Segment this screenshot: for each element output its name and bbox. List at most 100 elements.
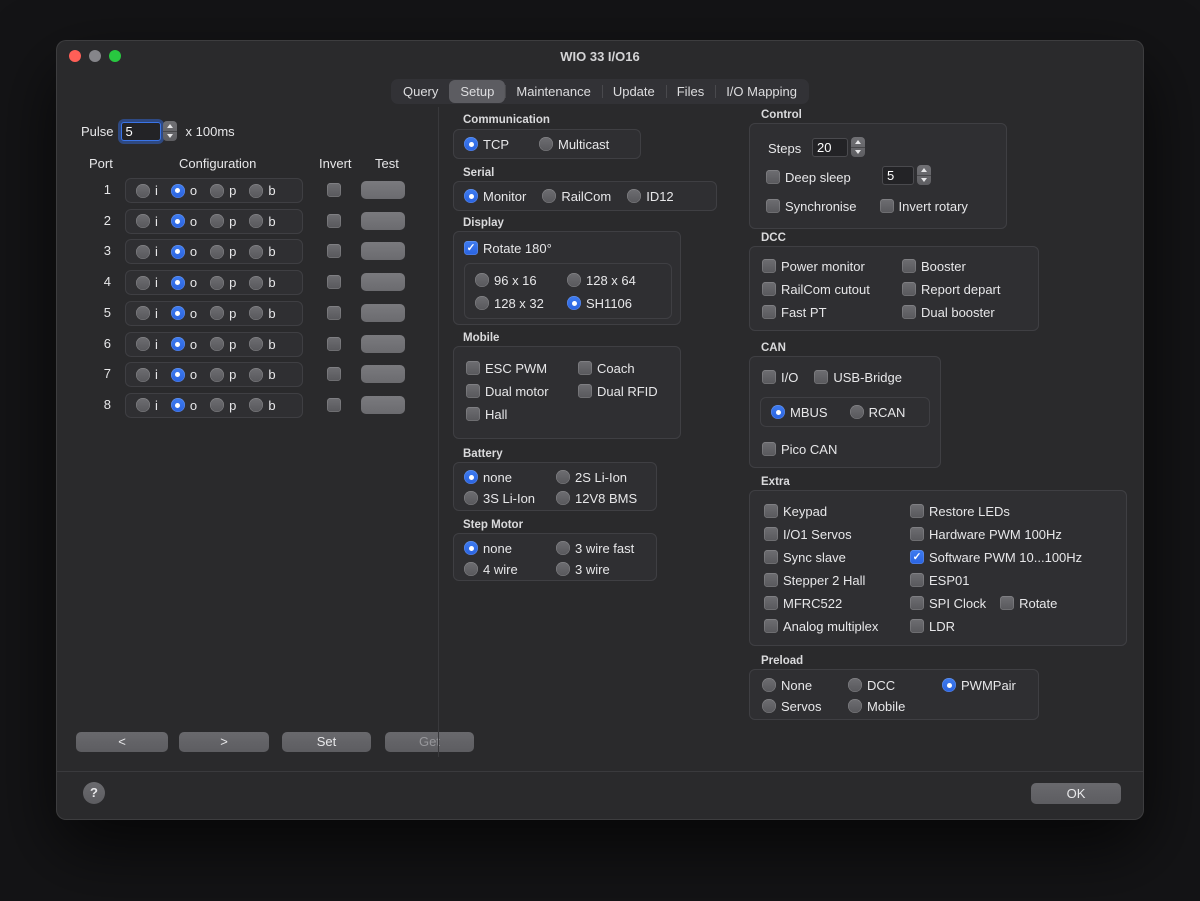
checkbox-i-o[interactable] <box>762 370 776 384</box>
option-synchronise[interactable]: Synchronise <box>766 198 857 214</box>
option-servos[interactable]: Servos <box>762 698 848 714</box>
stepper-down-icon[interactable] <box>851 147 865 158</box>
stepper-up-icon[interactable] <box>851 137 865 147</box>
option-2s-li-ion[interactable]: 2S Li-Ion <box>556 469 646 485</box>
radio-b[interactable] <box>249 306 263 320</box>
option-96-x-16[interactable]: 96 x 16 <box>475 272 567 288</box>
option-rcan[interactable]: RCAN <box>850 404 906 420</box>
radio-b[interactable] <box>249 398 263 412</box>
option-mfrc522[interactable]: MFRC522 <box>764 595 910 611</box>
option-invert-rotary[interactable]: Invert rotary <box>880 198 968 214</box>
checkbox-dual-booster[interactable] <box>902 305 916 319</box>
option-none[interactable]: None <box>762 677 848 693</box>
radio-railcom[interactable] <box>542 189 556 203</box>
checkbox-hardware-pwm-100hz[interactable] <box>910 527 924 541</box>
option-3s-li-ion[interactable]: 3S Li-Ion <box>464 490 556 506</box>
option-usb-bridge[interactable]: USB-Bridge <box>814 369 902 385</box>
option-o[interactable]: o <box>171 244 197 260</box>
radio-mobile[interactable] <box>848 699 862 713</box>
option-hall[interactable]: Hall <box>466 406 578 422</box>
option-p[interactable]: p <box>210 336 236 352</box>
radio-none[interactable] <box>762 678 776 692</box>
radio-b[interactable] <box>249 368 263 382</box>
option-none[interactable]: none <box>464 540 556 556</box>
radio-o[interactable] <box>171 398 185 412</box>
option-128-x-32[interactable]: 128 x 32 <box>475 295 567 311</box>
option-dual-booster[interactable]: Dual booster <box>902 304 1026 320</box>
option-i[interactable]: i <box>136 183 158 199</box>
option-tcp[interactable]: TCP <box>464 136 509 152</box>
radio-p[interactable] <box>210 245 224 259</box>
radio-p[interactable] <box>210 306 224 320</box>
stepper-down-icon[interactable] <box>163 131 177 142</box>
option-i-o1-servos[interactable]: I/O1 Servos <box>764 526 910 542</box>
option-stepper-2-hall[interactable]: Stepper 2 Hall <box>764 572 910 588</box>
radio-mbus[interactable] <box>771 405 785 419</box>
radio-i[interactable] <box>136 214 150 228</box>
checkbox-dual-rfid[interactable] <box>578 384 592 398</box>
option-analog-multiplex[interactable]: Analog multiplex <box>764 618 910 634</box>
invert-checkbox[interactable] <box>327 398 341 412</box>
option-multicast[interactable]: Multicast <box>539 136 609 152</box>
option-railcom-cutout[interactable]: RailCom cutout <box>762 281 902 297</box>
checkbox-spi-clock[interactable] <box>910 596 924 610</box>
radio-p[interactable] <box>210 214 224 228</box>
option-sh1106[interactable]: SH1106 <box>567 295 661 311</box>
test-button[interactable] <box>361 304 405 322</box>
option-p[interactable]: p <box>210 244 236 260</box>
option-p[interactable]: p <box>210 367 236 383</box>
radio-i[interactable] <box>136 245 150 259</box>
checkbox-invert-rotary[interactable] <box>880 199 894 213</box>
deep-sleep-stepper[interactable] <box>917 165 931 185</box>
radio-i[interactable] <box>136 306 150 320</box>
checkbox-esc-pwm[interactable] <box>466 361 480 375</box>
test-button[interactable] <box>361 181 405 199</box>
checkbox-dual-motor[interactable] <box>466 384 480 398</box>
option-p[interactable]: p <box>210 275 236 291</box>
option-b[interactable]: b <box>249 305 275 321</box>
option-mbus[interactable]: MBUS <box>771 404 828 420</box>
invert-checkbox[interactable] <box>327 337 341 351</box>
option-esc-pwm[interactable]: ESC PWM <box>466 360 578 376</box>
checkbox-mfrc522[interactable] <box>764 596 778 610</box>
option-p[interactable]: p <box>210 183 236 199</box>
checkbox-rotate-180[interactable]: ✓ <box>464 241 478 255</box>
radio-i[interactable] <box>136 368 150 382</box>
invert-checkbox[interactable] <box>327 367 341 381</box>
radio-o[interactable] <box>171 306 185 320</box>
option-hardware-pwm-100hz[interactable]: Hardware PWM 100Hz <box>910 526 1112 542</box>
option-i[interactable]: i <box>136 244 158 260</box>
option-b[interactable]: b <box>249 397 275 413</box>
radio-12v8-bms[interactable] <box>556 491 570 505</box>
checkbox-booster[interactable] <box>902 259 916 273</box>
checkbox-usb-bridge[interactable] <box>814 370 828 384</box>
test-button[interactable] <box>361 365 405 383</box>
option-b[interactable]: b <box>249 275 275 291</box>
deep-sleep-input[interactable]: 5 <box>882 166 914 185</box>
steps-stepper[interactable] <box>851 137 865 157</box>
radio-o[interactable] <box>171 184 185 198</box>
option-rotate[interactable]: Rotate <box>1000 595 1057 611</box>
checkbox-report-depart[interactable] <box>902 282 916 296</box>
checkbox-restore-leds[interactable] <box>910 504 924 518</box>
option-o[interactable]: o <box>171 305 197 321</box>
radio-o[interactable] <box>171 245 185 259</box>
test-button[interactable] <box>361 242 405 260</box>
test-button[interactable] <box>361 212 405 230</box>
option-id12[interactable]: ID12 <box>627 188 673 204</box>
invert-checkbox[interactable] <box>327 306 341 320</box>
option-p[interactable]: p <box>210 397 236 413</box>
option-i[interactable]: i <box>136 213 158 229</box>
radio-96-x-16[interactable] <box>475 273 489 287</box>
test-button[interactable] <box>361 396 405 414</box>
checkbox-sync-slave[interactable] <box>764 550 778 564</box>
option-b[interactable]: b <box>249 183 275 199</box>
option-ldr[interactable]: LDR <box>910 618 1112 634</box>
help-button[interactable]: ? <box>83 782 105 804</box>
checkbox-esp01[interactable] <box>910 573 924 587</box>
radio-o[interactable] <box>171 337 185 351</box>
option-o[interactable]: o <box>171 275 197 291</box>
radio-o[interactable] <box>171 214 185 228</box>
radio-p[interactable] <box>210 184 224 198</box>
option-3-wire-fast[interactable]: 3 wire fast <box>556 540 646 556</box>
